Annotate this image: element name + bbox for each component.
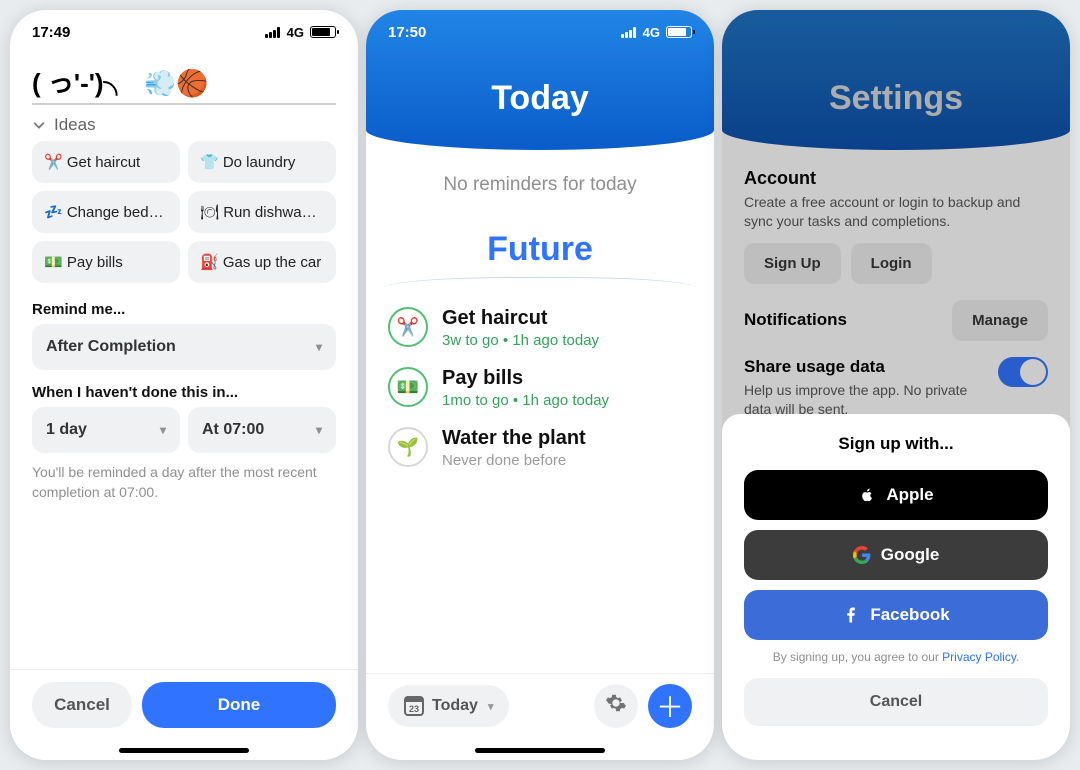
remind-mode-select[interactable]: After Completion ▾ [32, 324, 336, 370]
signup-sheet: Sign up with... Apple Google Facebook By… [722, 414, 1070, 760]
signal-icon [621, 27, 637, 38]
list-item[interactable]: 💵 Pay bills 1mo to go • 1h ago today [388, 367, 692, 409]
item-emoji-icon: 💵 [397, 377, 419, 398]
footer-bar: 23 Today ▾ ＋ [366, 673, 714, 760]
screen-settings-signup: 17:50 4G Settings Account Create a free … [722, 10, 1070, 760]
ideas-label: Ideas [54, 115, 96, 135]
helper-text: You'll be reminded a day after the most … [10, 453, 358, 502]
item-emoji-icon: 🌱 [397, 437, 419, 458]
network-label: 4G [287, 25, 304, 40]
ideas-chips: ✂️ Get haircut 👕 Do laundry 💤 Change bed… [10, 137, 358, 287]
item-title: Get haircut [442, 307, 599, 330]
facebook-signup-button[interactable]: Facebook [744, 590, 1048, 640]
google-label: Google [881, 545, 940, 565]
view-tab-label: Today [432, 697, 478, 715]
caret-down-icon: ▾ [488, 700, 494, 713]
footer-bar: Cancel Done [10, 669, 358, 760]
done-button[interactable]: Done [142, 682, 336, 728]
future-list: ✂️ Get haircut 3w to go • 1h ago today 💵… [366, 307, 714, 469]
plus-icon: ＋ [656, 686, 684, 726]
when-label: When I haven't done this in... [10, 370, 358, 407]
remind-mode-value: After Completion [46, 338, 176, 356]
item-title: Water the plant [442, 427, 586, 450]
caret-down-icon: ▾ [316, 423, 322, 437]
remind-label: Remind me... [10, 287, 358, 324]
idea-chip[interactable]: ✂️ Get haircut [32, 141, 180, 183]
divider-arc [384, 277, 696, 299]
complete-circle[interactable]: 🌱 [388, 427, 428, 467]
item-subtitle: 1mo to go • 1h ago today [442, 392, 609, 409]
battery-icon [310, 26, 336, 38]
apple-icon [858, 486, 876, 504]
when-days-select[interactable]: 1 day ▾ [32, 407, 180, 453]
caret-down-icon: ▾ [160, 423, 166, 437]
legal-text: By signing up, you agree to our Privacy … [744, 650, 1048, 664]
idea-chip[interactable]: 💵 Pay bills [32, 241, 180, 283]
caret-down-icon: ▾ [316, 340, 322, 354]
add-button[interactable]: ＋ [648, 684, 692, 728]
item-emoji-icon: ✂️ [397, 317, 419, 338]
idea-chip[interactable]: 💤 Change bedsheet [32, 191, 180, 233]
list-item[interactable]: ✂️ Get haircut 3w to go • 1h ago today [388, 307, 692, 349]
network-label: 4G [643, 25, 660, 40]
status-time: 17:49 [32, 24, 70, 41]
home-indicator[interactable] [475, 748, 605, 753]
future-heading: Future [366, 220, 714, 277]
calendar-icon: 23 [404, 696, 424, 716]
screen-edit-task: 17:49 4G Ideas ✂️ Get haircut 👕 Do laund… [10, 10, 358, 760]
status-bar: 17:49 4G [10, 10, 358, 54]
item-subtitle: Never done before [442, 452, 586, 469]
complete-circle[interactable]: 💵 [388, 367, 428, 407]
facebook-icon [842, 606, 860, 624]
view-tab-button[interactable]: 23 Today ▾ [388, 685, 509, 727]
google-signup-button[interactable]: Google [744, 530, 1048, 580]
gear-icon [605, 692, 627, 720]
apple-label: Apple [886, 485, 933, 505]
google-icon [853, 546, 871, 564]
complete-circle[interactable]: ✂️ [388, 307, 428, 347]
signal-icon [265, 27, 281, 38]
item-subtitle: 3w to go • 1h ago today [442, 332, 599, 349]
idea-chip[interactable]: 👕 Do laundry [188, 141, 336, 183]
task-title-input[interactable] [32, 60, 336, 105]
home-indicator[interactable] [119, 748, 249, 753]
idea-chip[interactable]: 🍽 Run dishwasher [188, 191, 336, 233]
when-time-value: At 07:00 [202, 421, 264, 439]
page-title: Today [491, 79, 589, 118]
apple-signup-button[interactable]: Apple [744, 470, 1048, 520]
ideas-toggle[interactable]: Ideas [10, 105, 358, 137]
idea-chip[interactable]: ⛽ Gas up the car [188, 241, 336, 283]
settings-button[interactable] [594, 684, 638, 728]
chevron-down-icon [32, 118, 46, 132]
when-days-value: 1 day [46, 421, 87, 439]
item-title: Pay bills [442, 367, 609, 390]
when-time-select[interactable]: At 07:00 ▾ [188, 407, 336, 453]
status-bar: 17:50 4G [366, 10, 714, 54]
cancel-button[interactable]: Cancel [32, 682, 132, 728]
list-item[interactable]: 🌱 Water the plant Never done before [388, 427, 692, 469]
screen-today: 17:50 4G Today No reminders for today Fu… [366, 10, 714, 760]
status-time: 17:50 [388, 24, 426, 41]
empty-today-text: No reminders for today [366, 150, 714, 220]
privacy-link[interactable]: Privacy Policy [942, 650, 1016, 664]
cancel-button[interactable]: Cancel [744, 678, 1048, 726]
sheet-title: Sign up with... [744, 434, 1048, 454]
facebook-label: Facebook [870, 605, 949, 625]
battery-icon [666, 26, 692, 38]
